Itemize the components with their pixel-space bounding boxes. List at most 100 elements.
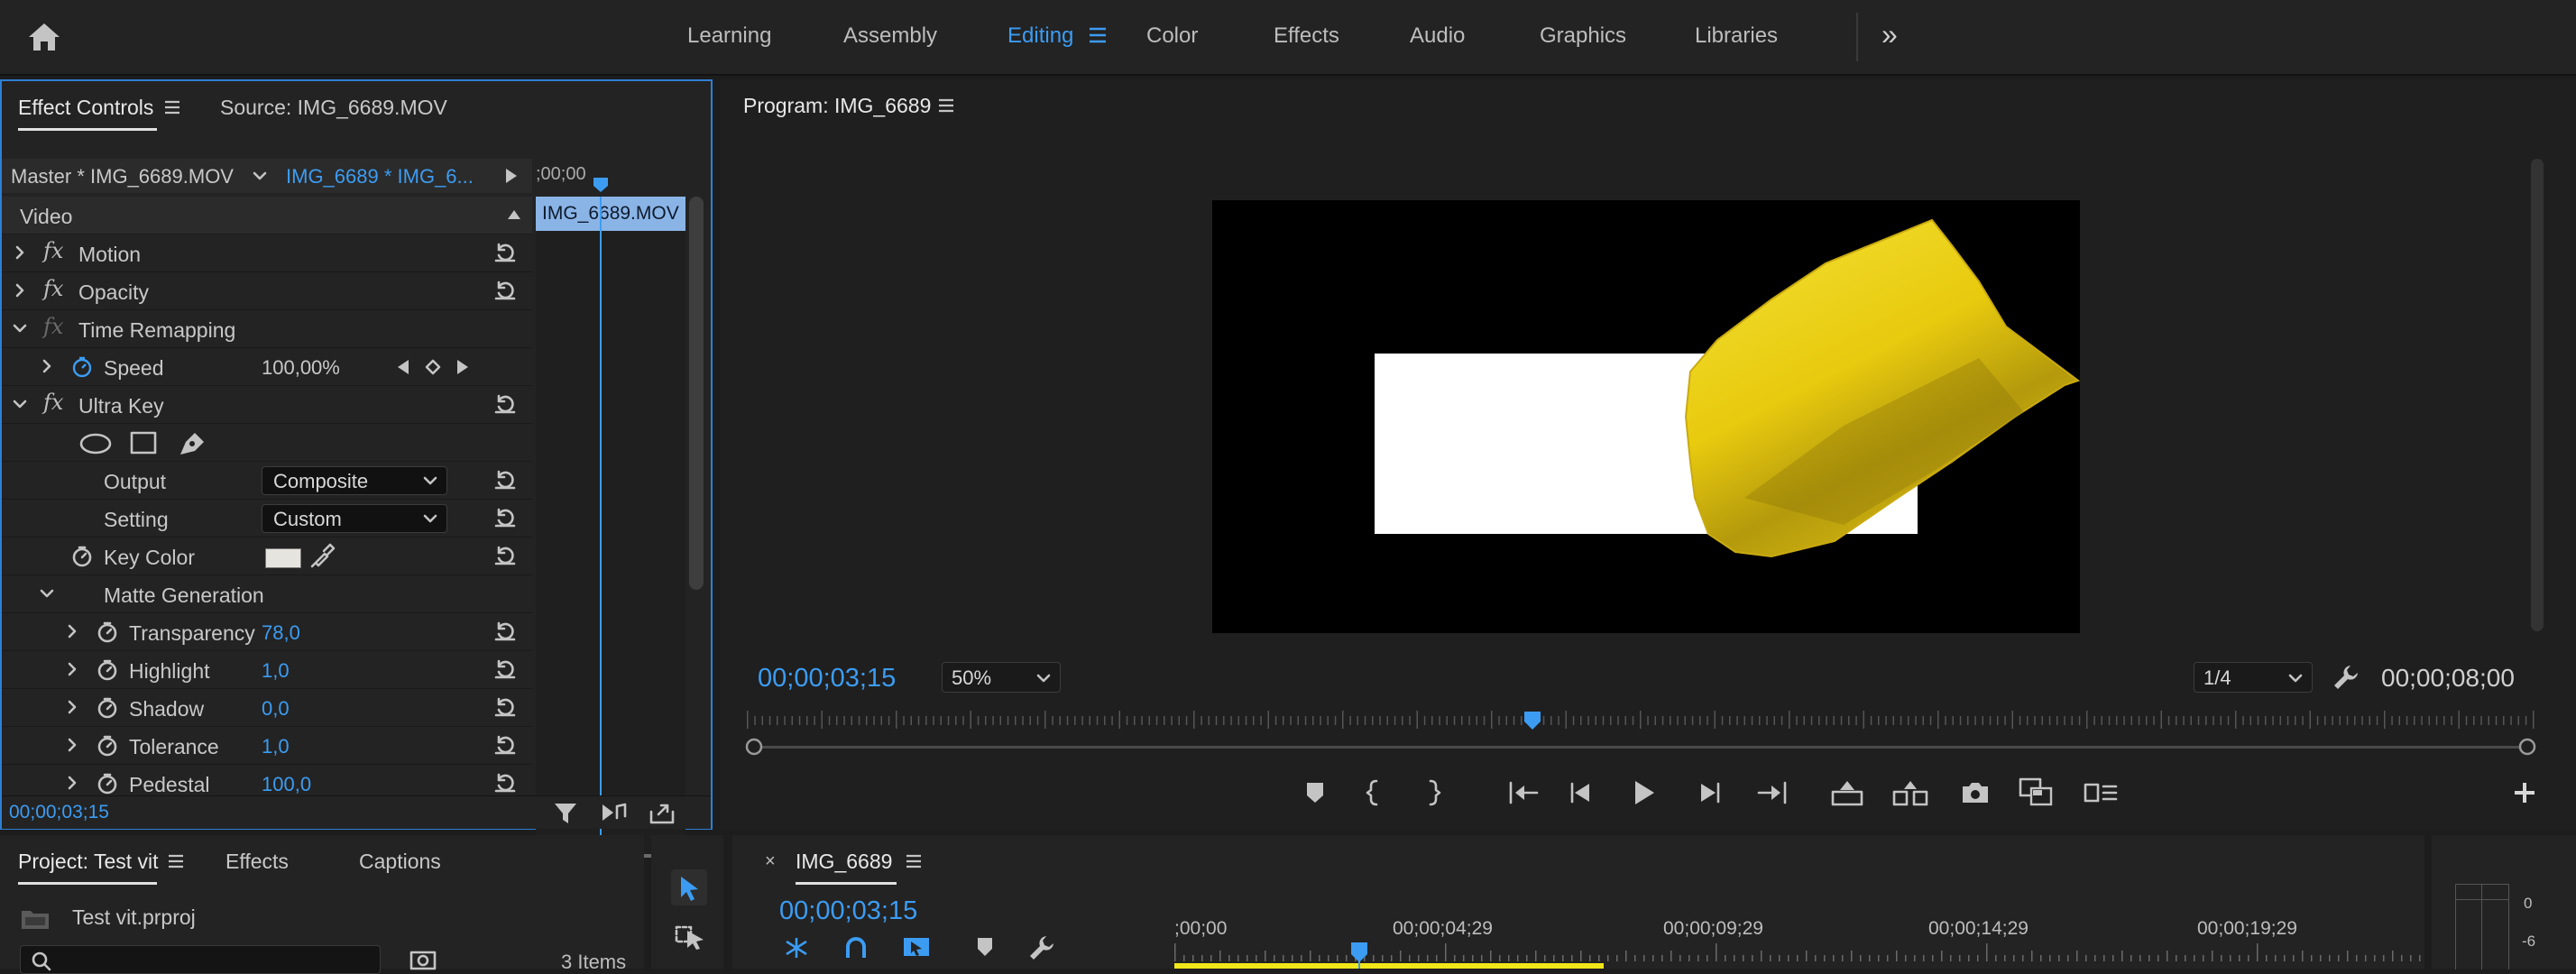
- chevron-right-icon[interactable]: [65, 624, 79, 639]
- rectangle-mask-icon[interactable]: [130, 431, 157, 455]
- close-icon[interactable]: ×: [765, 851, 776, 872]
- reset-icon[interactable]: [493, 658, 517, 680]
- reset-icon[interactable]: [493, 280, 517, 301]
- comparison-view-icon[interactable]: [2019, 777, 2055, 806]
- reset-icon[interactable]: [493, 545, 517, 566]
- effect-opacity[interactable]: fx Opacity: [2, 272, 532, 310]
- workspace-audio[interactable]: Audio: [1410, 23, 1465, 49]
- fx-badge-icon[interactable]: fx: [43, 390, 63, 415]
- export-icon[interactable]: [649, 801, 676, 824]
- param-tolerance[interactable]: Tolerance 1,0: [2, 727, 532, 765]
- add-marker-icon[interactable]: [976, 936, 994, 958]
- stopwatch-icon[interactable]: [96, 658, 119, 682]
- workspace-editing[interactable]: Editing: [1007, 23, 1073, 49]
- stopwatch-icon[interactable]: [96, 734, 119, 758]
- chevron-right-icon[interactable]: [65, 776, 79, 790]
- clip-bar[interactable]: IMG_6689.MOV: [536, 197, 685, 231]
- tolerance-value[interactable]: 1,0: [262, 735, 290, 758]
- workspace-graphics[interactable]: Graphics: [1540, 23, 1626, 49]
- export-frame-icon[interactable]: [1961, 781, 1990, 804]
- stopwatch-icon[interactable]: [70, 545, 94, 568]
- tab-project[interactable]: Project: Test vit: [18, 850, 159, 874]
- param-pedestal[interactable]: Pedestal 100,0: [2, 765, 532, 795]
- track-select-tool[interactable]: [675, 923, 707, 951]
- collapse-arrow-icon[interactable]: [507, 209, 521, 220]
- add-button-icon[interactable]: [2513, 781, 2536, 804]
- monitor-time-ruler[interactable]: [743, 711, 2540, 758]
- go-to-out-icon[interactable]: [1757, 781, 1788, 804]
- mark-in-icon[interactable]: [1366, 779, 1382, 806]
- step-back-icon[interactable]: [1569, 781, 1595, 804]
- fx-badge-icon[interactable]: fx: [43, 238, 63, 263]
- key-color-swatch[interactable]: [265, 548, 301, 568]
- chevron-right-icon[interactable]: [65, 700, 79, 714]
- workspace-assembly[interactable]: Assembly: [843, 23, 937, 49]
- workspace-effects[interactable]: Effects: [1274, 23, 1339, 49]
- param-setting[interactable]: Setting Custom: [2, 500, 532, 538]
- sequence-tab[interactable]: IMG_6689: [796, 850, 892, 874]
- tab-source[interactable]: Source: IMG_6689.MOV: [220, 96, 447, 120]
- reset-icon[interactable]: [493, 469, 517, 491]
- timeline-settings-wrench-icon[interactable]: [1028, 934, 1055, 961]
- chevron-down-icon[interactable]: [13, 321, 27, 335]
- highlight-value[interactable]: 1,0: [262, 659, 290, 683]
- speed-value[interactable]: 100,00%: [262, 356, 340, 380]
- playhead-marker-icon[interactable]: [592, 177, 610, 193]
- chevron-down-icon[interactable]: [40, 586, 54, 601]
- ellipse-mask-icon[interactable]: [79, 433, 112, 455]
- selection-tool[interactable]: [671, 869, 707, 905]
- reset-icon[interactable]: [493, 696, 517, 718]
- search-input[interactable]: [20, 945, 381, 974]
- param-output[interactable]: Output Composite: [2, 462, 532, 500]
- param-transparency[interactable]: Transparency 78,0: [2, 613, 532, 651]
- find-icon[interactable]: [409, 949, 437, 970]
- master-clip-label[interactable]: Master * IMG_6689.MOV: [11, 165, 234, 188]
- play-triangle-icon[interactable]: [505, 168, 518, 184]
- snap-magnet-icon[interactable]: [844, 936, 868, 960]
- effect-motion[interactable]: fx Motion: [2, 234, 532, 272]
- workspace-libraries[interactable]: Libraries: [1695, 23, 1778, 49]
- fx-badge-icon[interactable]: fx: [43, 276, 63, 301]
- multi-camera-icon[interactable]: [2084, 783, 2118, 804]
- param-highlight[interactable]: Highlight 1,0: [2, 651, 532, 689]
- reset-icon[interactable]: [493, 734, 517, 756]
- transparency-value[interactable]: 78,0: [262, 621, 300, 645]
- group-matte-generation[interactable]: Matte Generation: [2, 575, 532, 613]
- chevron-right-icon[interactable]: [13, 245, 27, 260]
- timeline-playhead[interactable]: [1349, 942, 1369, 969]
- eyedropper-icon[interactable]: [308, 543, 336, 570]
- program-title[interactable]: Program: IMG_6689: [743, 94, 931, 118]
- playhead-timecode[interactable]: 00;00;03;15: [758, 664, 896, 694]
- panel-menu-icon[interactable]: [906, 854, 922, 868]
- video-frame[interactable]: [1212, 200, 2080, 633]
- tab-captions[interactable]: Captions: [359, 850, 441, 874]
- add-marker-icon[interactable]: [1304, 781, 1326, 804]
- monitor-scrollbar[interactable]: [2531, 159, 2544, 631]
- stopwatch-icon[interactable]: [96, 772, 119, 795]
- tab-effect-controls[interactable]: Effect Controls: [18, 96, 153, 120]
- shadow-value[interactable]: 0,0: [262, 697, 290, 721]
- effect-time-remapping[interactable]: fx Time Remapping: [2, 310, 532, 348]
- output-dropdown[interactable]: Composite: [262, 466, 447, 495]
- workspace-color[interactable]: Color: [1146, 23, 1198, 49]
- chevron-right-icon[interactable]: [40, 359, 54, 373]
- home-icon[interactable]: [27, 22, 61, 52]
- reset-icon[interactable]: [493, 772, 517, 794]
- reset-icon[interactable]: [493, 242, 517, 263]
- fx-badge-icon[interactable]: fx: [43, 314, 63, 339]
- next-keyframe-icon[interactable]: [456, 359, 469, 375]
- workspace-menu-icon[interactable]: [1089, 27, 1107, 43]
- chevron-right-icon[interactable]: [13, 283, 27, 298]
- chevron-down-icon[interactable]: [13, 397, 27, 411]
- sequence-clip-label[interactable]: IMG_6689 * IMG_6...: [286, 165, 474, 188]
- panel-menu-icon[interactable]: [168, 854, 184, 868]
- timeline-timecode[interactable]: 00;00;03;15: [779, 896, 917, 926]
- workspace-learning[interactable]: Learning: [687, 23, 771, 49]
- snap-nested-icon[interactable]: [783, 936, 810, 960]
- play-audio-icon[interactable]: [601, 802, 628, 823]
- linked-selection-icon[interactable]: [902, 934, 931, 960]
- ec-timecode[interactable]: 00;00;03;15: [9, 802, 109, 823]
- lift-icon[interactable]: [1831, 779, 1863, 806]
- more-workspaces-button[interactable]: »: [1881, 18, 1898, 51]
- work-area-bar[interactable]: [1174, 963, 1604, 969]
